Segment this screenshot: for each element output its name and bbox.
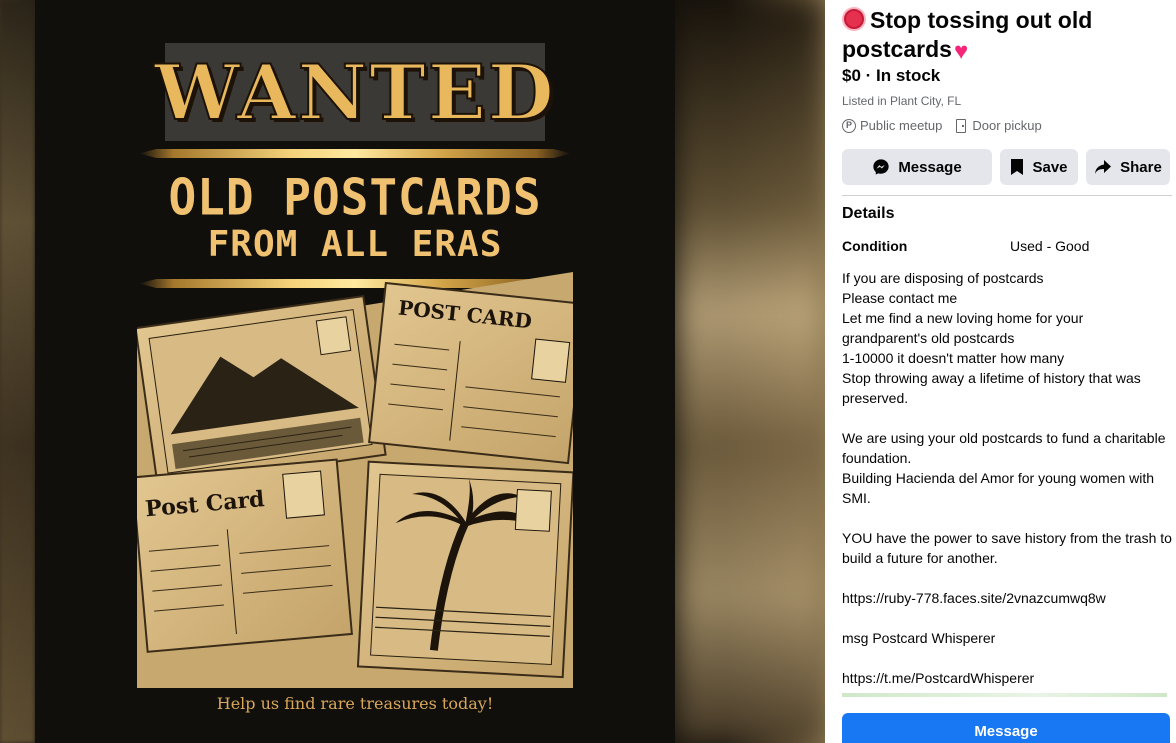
condition-label: Condition xyxy=(842,238,908,254)
messenger-icon xyxy=(873,159,889,175)
description-scroll-edge xyxy=(842,693,1167,697)
mountain-postcard xyxy=(137,295,387,488)
save-button-label: Save xyxy=(1032,158,1068,176)
bookmark-icon xyxy=(1011,159,1024,175)
wanted-poster-image: WANTED OLD POSTCARDS FROM ALL ERAS POST … xyxy=(35,0,675,743)
details-heading: Details xyxy=(842,205,895,222)
delivery-label: Public meetup xyxy=(860,118,943,133)
photo-blur-backdrop-right xyxy=(675,0,825,743)
palm-tree-postcard xyxy=(356,460,573,679)
condition-value: Used - Good xyxy=(1010,238,1090,254)
delivery-label: Door pickup xyxy=(972,118,1042,133)
delivery-door-pickup: Door pickup xyxy=(956,118,1042,133)
message-button-label: Message xyxy=(898,158,962,176)
photo-blur-backdrop-left xyxy=(0,0,35,743)
listing-price: $0 · In stock xyxy=(842,66,941,85)
listing-title: Stop tossing out old postcards♥ xyxy=(842,6,1167,66)
stop-sign-icon xyxy=(842,7,866,31)
delivery-public-meetup: P Public meetup xyxy=(842,118,942,133)
postcard-bottom-left: Post Card xyxy=(137,458,353,653)
postcard-top-right: POST CARD xyxy=(368,281,573,465)
save-button[interactable]: Save xyxy=(1000,149,1078,185)
message-button[interactable]: Message xyxy=(842,149,992,185)
gold-divider-top xyxy=(139,149,571,158)
heart-icon: ♥ xyxy=(953,38,969,65)
poster-subheadline: FROM ALL ERAS xyxy=(207,224,503,265)
send-message-button[interactable]: Message xyxy=(842,713,1170,743)
wanted-banner: WANTED xyxy=(153,43,555,141)
section-divider xyxy=(842,195,1172,196)
door-icon xyxy=(956,118,967,133)
postcards-illustration: POST CARD Post Card xyxy=(137,272,573,688)
poster-headline: OLD POSTCARDS xyxy=(168,167,542,227)
listing-description: If you are disposing of postcards Please… xyxy=(842,270,1172,686)
parking-icon: P xyxy=(842,118,856,133)
delivery-options: P Public meetup Door pickup xyxy=(842,118,1056,133)
listing-details-panel: Stop tossing out old postcards♥ $0 · In … xyxy=(825,0,1176,743)
listing-photo-area[interactable]: WANTED OLD POSTCARDS FROM ALL ERAS POST … xyxy=(0,0,825,743)
share-button[interactable]: Share xyxy=(1086,149,1170,185)
wanted-text: WANTED xyxy=(153,47,556,138)
share-arrow-icon xyxy=(1095,160,1112,174)
poster-tagline: Help us find rare treasures today! xyxy=(216,694,494,713)
listing-location: Listed in Plant City, FL xyxy=(842,94,962,108)
share-button-label: Share xyxy=(1120,158,1162,176)
